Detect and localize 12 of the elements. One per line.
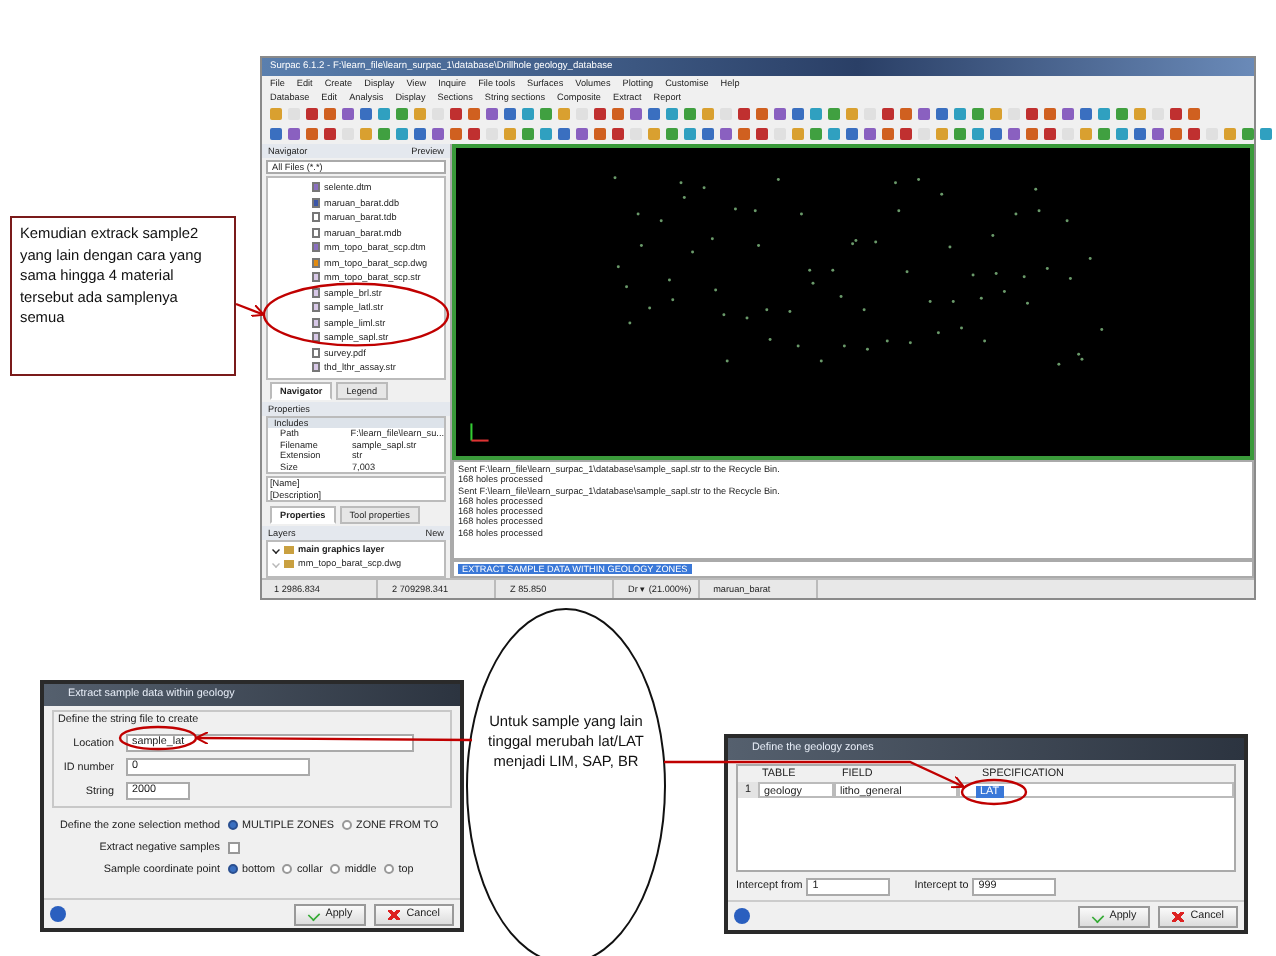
axis-icon xyxy=(468,420,492,444)
graphics-viewport[interactable] xyxy=(452,144,1254,460)
visibility-check-icon[interactable] xyxy=(272,559,280,567)
callout-arrow xyxy=(235,302,265,317)
visibility-check-icon[interactable] xyxy=(272,545,280,553)
highlight-ellipse xyxy=(960,778,1028,806)
cross-icon xyxy=(1172,911,1185,921)
highlight-ellipse xyxy=(118,725,198,751)
help-icon[interactable] xyxy=(734,908,750,924)
help-icon[interactable] xyxy=(50,906,66,922)
cross-icon xyxy=(388,909,401,919)
checkbox[interactable] xyxy=(228,841,240,853)
